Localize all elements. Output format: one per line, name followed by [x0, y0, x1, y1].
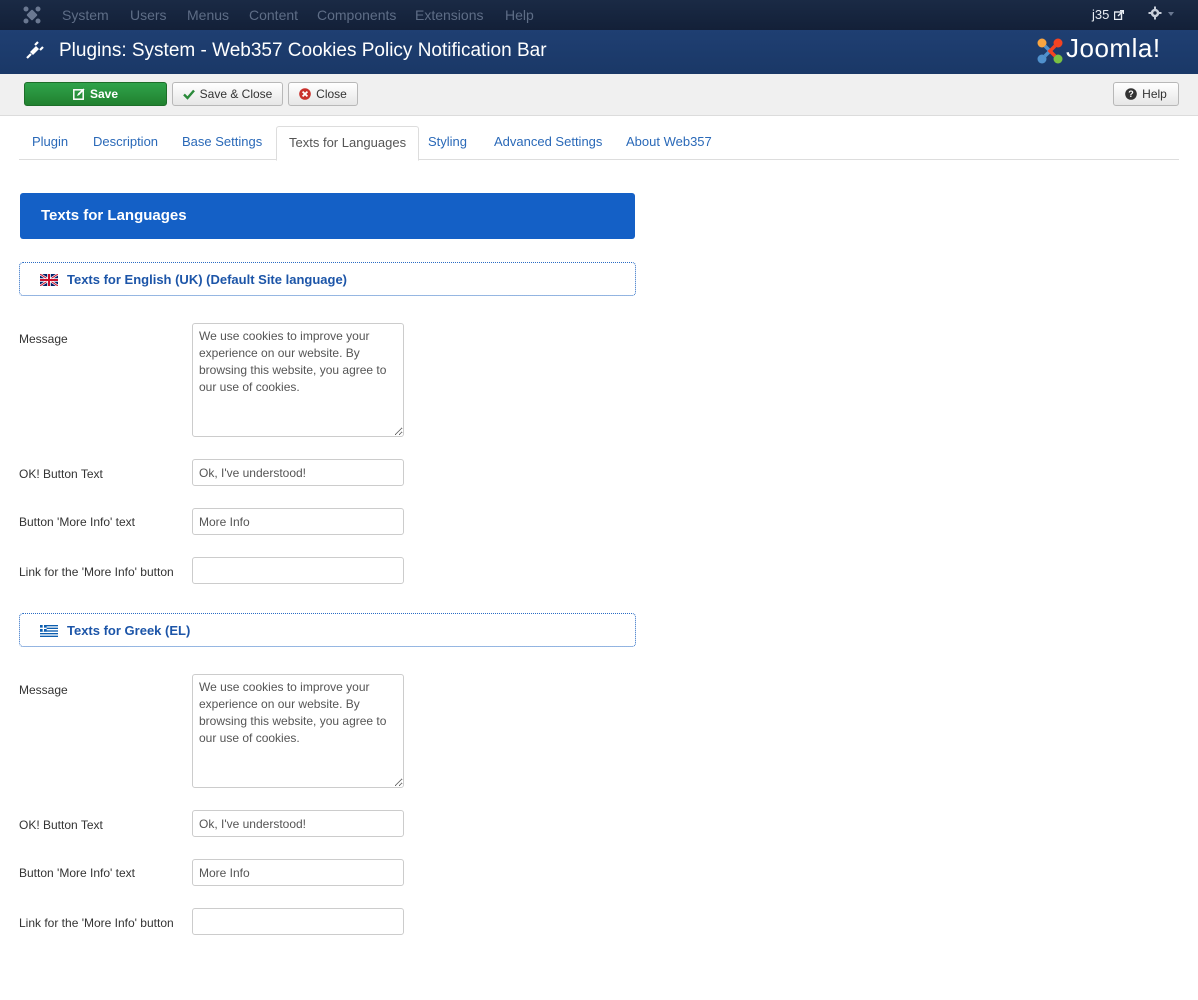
joomla-icon[interactable]	[23, 6, 41, 24]
site-link[interactable]: j35	[1092, 7, 1109, 22]
tab-bar: Plugin Description Base Settings Texts f…	[19, 126, 1179, 161]
close-button[interactable]: Close	[288, 82, 358, 106]
check-icon	[182, 89, 195, 100]
menu-system[interactable]: System	[62, 7, 109, 23]
external-link-icon[interactable]	[1114, 10, 1124, 20]
ok-button-text-label: OK! Button Text	[19, 467, 103, 481]
svg-text:?: ?	[1128, 89, 1134, 99]
save-button[interactable]: Save	[24, 82, 167, 106]
title-bar: Plugins: System - Web357 Cookies Policy …	[0, 30, 1198, 74]
language-header-english: Texts for English (UK) (Default Site lan…	[19, 262, 636, 296]
uk-flag-icon	[40, 274, 58, 286]
question-icon: ?	[1125, 88, 1137, 100]
close-label: Close	[316, 87, 347, 101]
save-close-button[interactable]: Save & Close	[172, 82, 283, 106]
language-title: Texts for English (UK) (Default Site lan…	[67, 272, 348, 287]
help-label: Help	[1142, 87, 1167, 101]
plug-icon	[26, 41, 44, 59]
ok-button-text-label: OK! Button Text	[19, 818, 103, 832]
menu-help[interactable]: Help	[505, 7, 534, 23]
edit-icon	[73, 88, 85, 100]
menu-menus[interactable]: Menus	[187, 7, 229, 23]
tab-styling[interactable]: Styling	[416, 126, 479, 160]
tab-plugin[interactable]: Plugin	[20, 126, 80, 160]
save-close-label: Save & Close	[199, 87, 273, 101]
message-label: Message	[19, 683, 68, 697]
section-title: Texts for Languages	[41, 207, 187, 224]
chevron-down-icon[interactable]	[1168, 12, 1174, 16]
more-info-link-input[interactable]	[192, 557, 404, 584]
more-info-text-input[interactable]	[192, 508, 404, 535]
more-info-text-label: Button 'More Info' text	[19, 515, 135, 529]
close-icon	[299, 88, 311, 100]
tab-description[interactable]: Description	[81, 126, 170, 160]
menu-users[interactable]: Users	[130, 7, 167, 23]
language-title: Texts for Greek (EL)	[67, 623, 191, 638]
save-label: Save	[89, 87, 119, 101]
joomla-brand-text: Joomla!	[1066, 33, 1161, 63]
tab-texts-for-languages[interactable]: Texts for Languages	[276, 126, 420, 161]
menu-components[interactable]: Components	[317, 7, 396, 23]
tab-base-settings[interactable]: Base Settings	[170, 126, 274, 160]
more-info-link-label: Link for the 'More Info' button	[19, 916, 174, 930]
top-navbar: System Users Menus Content Components Ex…	[0, 0, 1198, 30]
help-button[interactable]: ? Help	[1113, 82, 1179, 106]
menu-extensions[interactable]: Extensions	[415, 7, 483, 23]
gear-icon[interactable]	[1148, 6, 1162, 20]
message-textarea[interactable]: We use cookies to improve your experienc…	[192, 323, 404, 437]
language-header-greek: Texts for Greek (EL)	[19, 613, 636, 647]
ok-button-text-input[interactable]	[192, 810, 404, 837]
message-label: Message	[19, 332, 68, 346]
more-info-text-input[interactable]	[192, 859, 404, 886]
menu-content[interactable]: Content	[249, 7, 298, 23]
more-info-text-label: Button 'More Info' text	[19, 866, 135, 880]
ok-button-text-input[interactable]	[192, 459, 404, 486]
more-info-link-label: Link for the 'More Info' button	[19, 565, 174, 579]
more-info-link-input[interactable]	[192, 908, 404, 935]
greece-flag-icon	[40, 625, 58, 637]
page-title: Plugins: System - Web357 Cookies Policy …	[59, 40, 547, 61]
tab-about-web357[interactable]: About Web357	[614, 126, 724, 160]
message-textarea[interactable]: We use cookies to improve your experienc…	[192, 674, 404, 788]
section-header: Texts for Languages	[20, 193, 635, 239]
tab-advanced-settings[interactable]: Advanced Settings	[482, 126, 614, 160]
toolbar: Save Save & Close Close ? Help	[0, 74, 1198, 116]
